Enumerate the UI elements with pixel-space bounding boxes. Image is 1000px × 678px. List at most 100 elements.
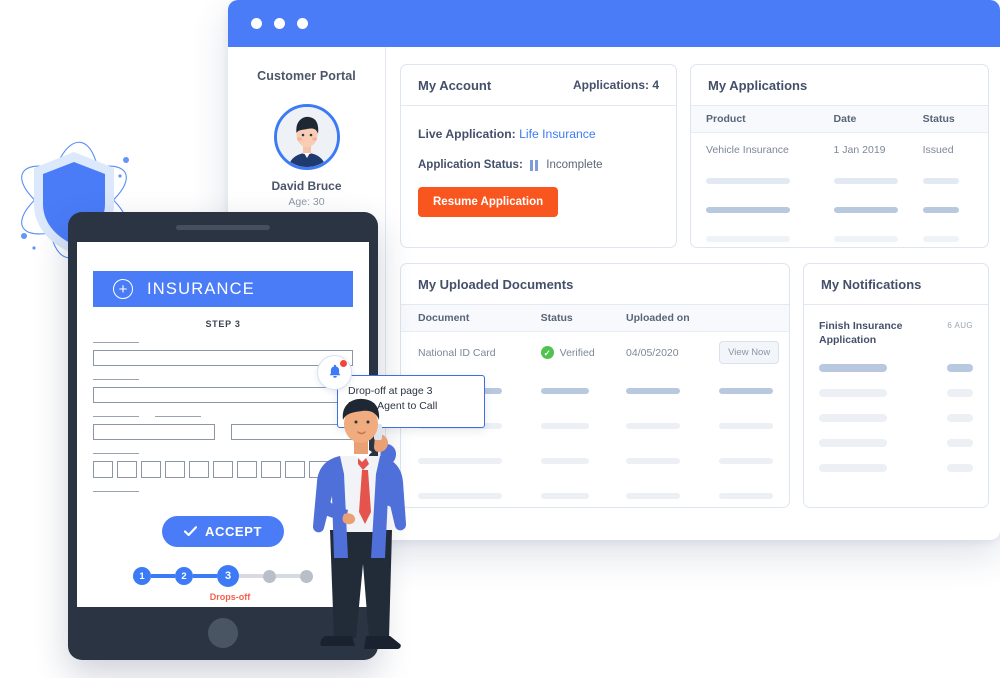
live-application-value[interactable]: Life Insurance — [519, 127, 596, 141]
live-application-row: Live Application: Life Insurance — [418, 127, 659, 141]
skeleton-bar — [540, 388, 589, 394]
bell-icon[interactable] — [317, 355, 352, 390]
stepper-step-5[interactable] — [300, 569, 313, 583]
application-status-value: Incomplete — [546, 159, 603, 171]
table-row-skeleton — [691, 167, 988, 196]
form-input-3[interactable] — [93, 424, 215, 440]
my-documents-header: My Uploaded Documents — [401, 264, 789, 305]
dashboard-row-top: My Account Applications: 4 Live Applicat… — [400, 64, 989, 248]
skeleton-bar — [418, 493, 502, 499]
table-row-skeleton — [691, 225, 988, 248]
page-title: Customer Portal — [257, 69, 356, 83]
stepper-step-3-active[interactable]: 3 — [217, 565, 239, 587]
my-applications-header: My Applications — [691, 65, 988, 106]
cell-action: View Now — [719, 332, 789, 374]
skeleton-bar — [819, 364, 887, 373]
skeleton-bar — [706, 178, 790, 184]
stepper-connector — [193, 574, 217, 578]
avatar-wrapper — [228, 104, 385, 170]
user-age: Age: 30 — [288, 196, 325, 208]
accept-button[interactable]: ACCEPT — [162, 516, 284, 547]
skeleton-bar — [706, 207, 790, 213]
table-header-row: Product Date Status — [691, 106, 988, 133]
skeleton-bar — [947, 389, 973, 398]
verified-label: Verified — [559, 346, 595, 359]
window-dot-close[interactable] — [251, 18, 262, 29]
table-row-skeleton — [401, 479, 789, 508]
pause-icon — [529, 159, 539, 171]
cell-status: ✓ Verified — [540, 332, 626, 374]
resume-application-button[interactable]: Resume Application — [418, 187, 559, 217]
cell-document: National ID Card — [418, 346, 496, 359]
skeleton-bar — [418, 458, 502, 464]
table-row-skeleton — [691, 196, 988, 225]
skeleton-bar — [540, 423, 589, 429]
column-header-status: Status — [540, 305, 627, 332]
cell-status: Issued — [922, 143, 954, 156]
cell-product: Vehicle Insurance — [706, 143, 789, 156]
my-documents-title: My Uploaded Documents — [418, 276, 574, 292]
skeleton-bar — [719, 423, 774, 429]
skeleton-bar — [922, 236, 959, 242]
column-header-action — [719, 305, 789, 332]
insurance-app-header: + INSURANCE — [93, 271, 353, 307]
plus-circle-icon: + — [113, 279, 133, 299]
avatar[interactable] — [273, 104, 340, 170]
my-notifications-title: My Notifications — [821, 276, 922, 292]
column-header-uploaded-on: Uploaded on — [626, 305, 720, 332]
notification-skeleton — [819, 439, 973, 448]
my-applications-title: My Applications — [708, 77, 808, 93]
dashboard-main: My Account Applications: 4 Live Applicat… — [386, 47, 1000, 540]
skeleton-bar — [719, 458, 774, 464]
form-field-label — [93, 342, 139, 343]
stepper-step-4[interactable] — [263, 569, 276, 583]
skeleton-bar — [819, 414, 887, 423]
window-dot-maximize[interactable] — [297, 18, 308, 29]
column-header-status: Status — [922, 106, 988, 133]
applications-count: Applications: 4 — [572, 78, 659, 92]
notification-item[interactable]: Finish Insurance Application 6 AUG — [819, 319, 973, 347]
table-row-skeleton — [401, 444, 789, 479]
view-now-button[interactable]: View Now — [719, 341, 780, 365]
table-row[interactable]: National ID Card ✓ Verified 04/05/2020 V… — [401, 332, 789, 374]
skeleton-bar — [833, 178, 898, 184]
column-header-date: Date — [833, 106, 923, 133]
skeleton-bar — [947, 364, 973, 373]
screenshot-stage: Customer Portal David Bruce Age: 30 My A… — [0, 0, 1000, 678]
live-application-label: Live Application: — [418, 127, 516, 141]
check-icon — [183, 526, 197, 537]
user-name: David Bruce — [271, 179, 342, 193]
form-field-label — [93, 379, 139, 380]
form-input-1[interactable] — [93, 350, 353, 366]
table-row[interactable]: Vehicle Insurance 1 Jan 2019 Issued — [691, 133, 988, 167]
form-field-label — [93, 491, 139, 492]
notification-skeleton — [819, 389, 973, 398]
skeleton-bar — [922, 207, 959, 213]
accept-button-label: ACCEPT — [204, 524, 263, 539]
cell-date: 1 Jan 2019 — [833, 143, 886, 156]
notification-badge-dot — [339, 359, 348, 368]
my-account-card: My Account Applications: 4 Live Applicat… — [400, 64, 677, 248]
notification-date: 6 AUG — [947, 321, 973, 330]
window-dot-minimize[interactable] — [274, 18, 285, 29]
stepper-step-1[interactable]: 1 — [133, 567, 151, 585]
stepper-step-2[interactable]: 2 — [175, 567, 193, 585]
table-header-row: Document Status Uploaded on — [401, 305, 789, 332]
form-field-label — [93, 453, 139, 454]
column-header-product: Product — [691, 106, 834, 133]
stepper-connector — [276, 574, 300, 578]
skeleton-bar — [719, 493, 774, 499]
skeleton-bar — [626, 493, 681, 499]
notification-text: Finish Insurance Application — [819, 320, 903, 347]
skeleton-bar — [540, 458, 589, 464]
cell-uploaded-on: 04/05/2020 — [626, 346, 679, 359]
skeleton-bar — [719, 388, 774, 394]
applications-table: Product Date Status Vehicle Insurance 1 … — [691, 106, 988, 248]
notification-skeleton — [819, 464, 973, 473]
skeleton-bar — [819, 464, 887, 473]
dashboard-row-bottom: My Uploaded Documents Document Status Up… — [400, 263, 989, 508]
tablet-home-button[interactable] — [208, 618, 238, 648]
skeleton-bar — [947, 439, 973, 448]
skeleton-bar — [833, 207, 898, 213]
skeleton-bar — [706, 236, 790, 242]
